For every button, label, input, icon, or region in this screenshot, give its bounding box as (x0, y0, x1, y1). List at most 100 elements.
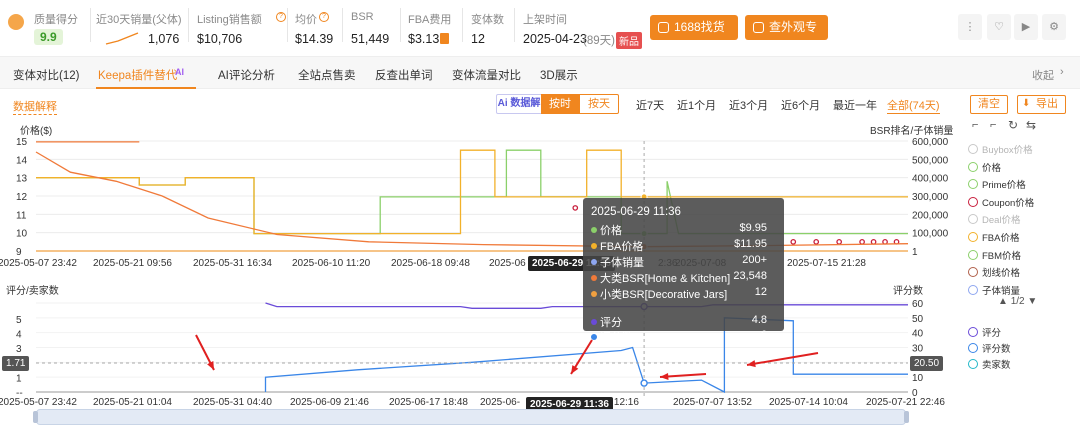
legend-item[interactable]: 划线价格 (968, 265, 1020, 279)
chart-tooltip: 2025-06-29 11:36 价格 $9.95 FBA价格 $11.95 子体销… (583, 198, 784, 344)
legend-item-bottom[interactable]: 评分数 (968, 341, 1011, 355)
collapse-button[interactable]: 收起 (1032, 67, 1054, 83)
left-crosshair-value: 1.71 (2, 356, 30, 371)
legend-label: 卖家数 (982, 360, 1011, 371)
annotation-arrowhead (660, 372, 669, 380)
tooltip-row-name: 价格 (600, 225, 622, 237)
video-play-icon[interactable]: ▶ (1014, 14, 1038, 40)
left-tick-label: 5 (16, 315, 22, 326)
legend-label: FBA价格 (982, 233, 1020, 244)
left-tick-label: 14 (16, 155, 28, 166)
legend-item[interactable]: Coupon价格 (968, 195, 1034, 209)
right-tick-label: 60 (912, 299, 924, 310)
legend-item-bottom[interactable]: 卖家数 (968, 357, 1011, 371)
left-tick-label: 10 (16, 229, 28, 240)
legend-label: Prime价格 (982, 180, 1026, 192)
favorite-heart-icon[interactable]: ♡ (987, 14, 1011, 40)
x-tick-label: 2025-06-09 21:46 (290, 397, 369, 408)
x-tick-label: 2025-05-31 04:40 (193, 397, 272, 408)
legend-item[interactable]: 子体销量 (968, 283, 1020, 297)
coupon-price-point (790, 238, 797, 245)
export-label: 导出 (1036, 98, 1058, 110)
legend-item[interactable]: Buybox价格 (968, 142, 1033, 156)
legend-label: 评分数 (982, 344, 1011, 355)
legend-label: FBM价格 (982, 250, 1022, 262)
x-tick-label: 2025-06-18 09:48 (391, 258, 470, 269)
top-right-axis-title: BSR排名/子体销量 (870, 126, 954, 137)
left-tick-label: 12 (16, 192, 28, 203)
tooltip-row-value: 12 (754, 286, 767, 298)
x-tick-label: 2025-07-14 10:04 (769, 397, 848, 408)
legend-item[interactable]: FBA价格 (968, 230, 1019, 244)
legend-marker-icon (968, 144, 978, 154)
tooltip-row-name: 大类BSR[Home & Kitchen] (600, 273, 731, 285)
legend-marker-icon (968, 327, 978, 337)
clear-button[interactable]: 清空 (970, 95, 1008, 114)
zoom-reset-icon[interactable]: ⌐ (990, 119, 996, 131)
right-tick-label: 300,000 (912, 192, 949, 203)
tooltip-row-value: 4.8 (751, 314, 767, 326)
x-tick-label: 2025-05-07 23:42 (0, 397, 77, 408)
scroll-handle-left[interactable] (33, 411, 38, 423)
legend-pager[interactable]: ▲ 1/2 ▼ (998, 296, 1037, 307)
right-tick-label: 1 (912, 247, 918, 258)
x-tick-label: 2025-06-10 11:20 (292, 258, 371, 269)
series-dot-icon (591, 259, 597, 265)
refresh-icon[interactable]: ↻ (1008, 118, 1018, 132)
left-tick-label: 1 (16, 373, 22, 384)
legend-item[interactable]: Deal价格 (968, 212, 1021, 226)
series-dot-icon (591, 243, 597, 249)
bottom-left-axis-title: 评分/卖家数 (6, 286, 59, 297)
legend-label: Coupon价格 (982, 197, 1035, 209)
legend-marker-icon (968, 161, 978, 172)
legend-item[interactable]: Prime价格 (968, 177, 1026, 191)
legend-marker-icon (968, 249, 978, 260)
charts-canvas[interactable]: 15 600,00014 500,00013 400,00012 300,00011 20… (0, 0, 960, 436)
swap-icon[interactable]: ⇆ (1026, 118, 1036, 132)
tooltip-row-value: $9.95 (739, 222, 767, 234)
left-tick-label: 11 (16, 210, 27, 221)
series-dot-icon (591, 227, 597, 233)
tooltip-row: 价格 $9.95 (591, 222, 777, 238)
tooltip-row-name: 评分数 (600, 332, 633, 344)
right-tick-label: 500,000 (912, 155, 949, 166)
crop-icon[interactable]: ⌐ (972, 119, 978, 131)
scroll-handle-right[interactable] (904, 411, 909, 423)
x-tick-label: 2025-07-15 21:28 (787, 258, 866, 269)
tooltip-row-name: 小类BSR[Decorative Jars] (600, 289, 728, 301)
legend-marker-icon (968, 196, 978, 207)
more-menu-icon[interactable]: ⋮ (958, 14, 982, 40)
x-tick-label: 2025-06- (480, 397, 520, 408)
settings-gear-icon[interactable]: ⚙ (1042, 14, 1066, 40)
legend-item-bottom[interactable]: 评分 (968, 325, 1001, 339)
legend-marker-icon (968, 284, 978, 295)
right-tick-label: 40 (912, 329, 924, 340)
right-tick-label: 100,000 (912, 229, 949, 240)
legend-item[interactable]: FBM价格 (968, 248, 1021, 262)
right-tick-label: 30 (912, 344, 924, 355)
tooltip-row: 子体销量 200+ (591, 254, 777, 270)
x-tick-label: 2025-05-21 09:56 (93, 258, 172, 269)
legend-marker-icon (968, 232, 978, 242)
legend-marker-icon (968, 343, 978, 353)
right-tick-label: 200,000 (912, 210, 949, 221)
x-tick-label: 2025-06-17 18:48 (389, 397, 468, 408)
legend-item[interactable]: 价格 (968, 160, 1001, 174)
annotation-arrowhead (747, 360, 756, 368)
right-tick-label: 400,000 (912, 174, 949, 185)
coupon-price-point (870, 238, 877, 245)
legend-marker-icon (968, 179, 978, 190)
x-tick-label: 2025-05-21 01:04 (93, 397, 172, 408)
left-tick-label: 13 (16, 174, 28, 185)
left-tick-label: 3 (16, 344, 22, 355)
tooltip-row-name: FBA价格 (600, 241, 644, 253)
download-icon: ⬇ (1022, 98, 1031, 109)
legend-marker-icon (968, 359, 978, 369)
series-dot-icon (591, 319, 597, 325)
tooltip-row: 评分数 6 (591, 329, 777, 345)
left-tick-label: 9 (16, 247, 22, 258)
series-dot-icon (591, 291, 597, 297)
legend-marker-icon (968, 214, 978, 225)
time-range-scrollbar[interactable] (33, 409, 909, 425)
series-dot-icon (591, 334, 597, 340)
